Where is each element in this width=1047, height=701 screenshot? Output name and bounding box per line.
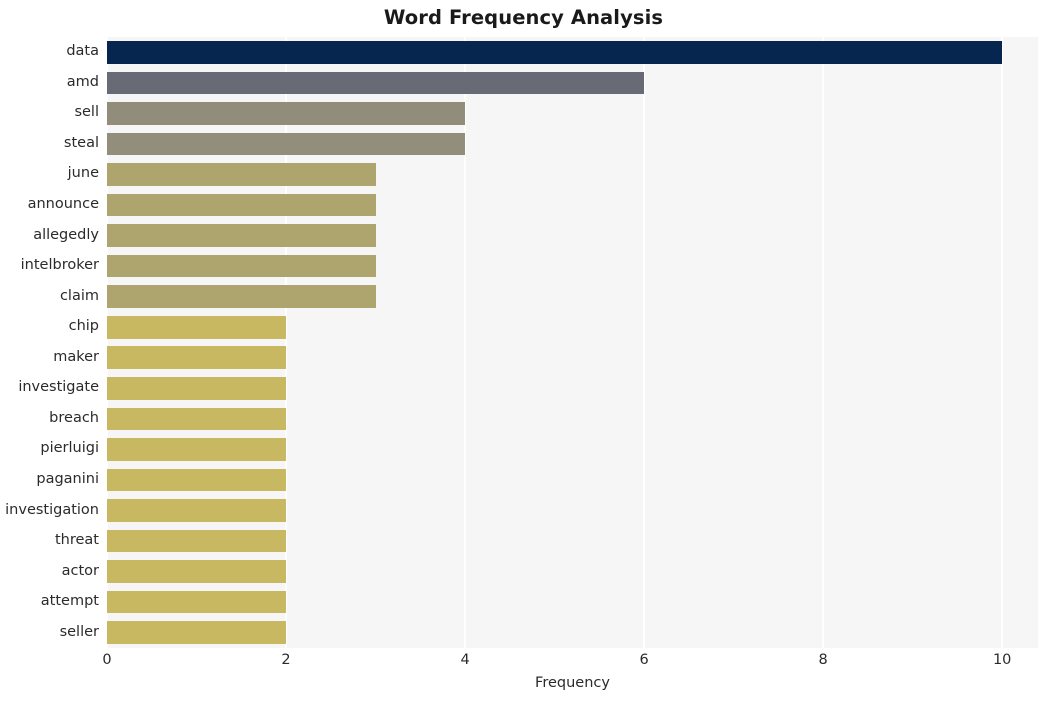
y-tick-label-pierluigi: pierluigi [40, 440, 99, 457]
x-tick-label-4: 4 [460, 652, 470, 668]
bar-row [107, 132, 1038, 156]
y-tick-label-threat: threat [54, 532, 99, 549]
bar-actor[interactable] [107, 560, 287, 583]
bar-row [107, 621, 1038, 644]
bar-attempt[interactable] [107, 590, 287, 614]
bar-claim[interactable] [107, 285, 376, 308]
bar-data[interactable] [107, 40, 1003, 64]
bar-row [107, 590, 1038, 614]
bar-investigate[interactable] [107, 377, 287, 400]
bar-sell[interactable] [107, 102, 466, 125]
gridline-x-6 [643, 37, 645, 648]
bar-row [107, 315, 1038, 339]
y-tick-label-attempt: attempt [40, 593, 99, 610]
bar-maker[interactable] [107, 346, 287, 370]
y-tick-label-allegedly: allegedly [33, 226, 99, 243]
y-tick-label-maker: maker [53, 348, 99, 365]
bar-june[interactable] [107, 163, 376, 186]
y-tick-label-june: june [67, 165, 99, 182]
bar-row [107, 285, 1038, 308]
y-tick-label-chip: chip [68, 318, 99, 335]
bar-row [107, 346, 1038, 370]
x-tick-label-8: 8 [818, 652, 828, 668]
bar-row [107, 499, 1038, 522]
y-tick-label-investigate: investigate [18, 379, 99, 396]
y-tick-label-steal: steal [63, 134, 99, 151]
x-tick-label-10: 10 [992, 652, 1012, 668]
x-axis-title: Frequency [535, 675, 610, 691]
bar-allegedly[interactable] [107, 224, 376, 247]
gridline-x-2 [285, 37, 287, 648]
gridline-x-0 [107, 37, 108, 648]
bar-row [107, 193, 1038, 217]
plot-area [107, 37, 1038, 648]
y-tick-label-announce: announce [27, 196, 99, 213]
chart-figure: Word Frequency Analysis data amd sell steal… [0, 0, 1047, 701]
bar-breach[interactable] [107, 407, 287, 431]
y-tick-label-actor: actor [61, 562, 99, 579]
y-tick-label-claim: claim [59, 287, 99, 304]
bar-threat[interactable] [107, 529, 287, 553]
y-tick-label-data: data [66, 43, 99, 60]
bar-announce[interactable] [107, 193, 376, 217]
chart-title: Word Frequency Analysis [383, 6, 664, 29]
bar-row [107, 163, 1038, 186]
bar-row [107, 254, 1038, 278]
y-tick-label-breach: breach [49, 409, 99, 426]
bar-row [107, 40, 1038, 64]
bar-pierluigi[interactable] [107, 438, 287, 461]
bar-row [107, 407, 1038, 431]
y-tick-label-seller: seller [59, 623, 99, 640]
bar-row [107, 102, 1038, 125]
y-tick-label-investigation: investigation [5, 501, 99, 518]
x-tick-label-6: 6 [639, 652, 649, 668]
gridline-x-8 [822, 37, 824, 648]
bar-row [107, 377, 1038, 400]
bar-amd[interactable] [107, 71, 645, 95]
y-tick-label-sell: sell [74, 104, 99, 121]
bar-seller[interactable] [107, 621, 287, 644]
x-tick-label-0: 0 [102, 652, 112, 668]
bar-row [107, 224, 1038, 247]
bar-row [107, 529, 1038, 553]
bar-chip[interactable] [107, 315, 287, 339]
bar-intelbroker[interactable] [107, 254, 376, 278]
bar-investigation[interactable] [107, 499, 287, 522]
bar-row [107, 71, 1038, 95]
x-tick-label-2: 2 [281, 652, 291, 668]
y-tick-label-intelbroker: intelbroker [20, 257, 99, 274]
gridline-x-4 [464, 37, 466, 648]
bar-row [107, 468, 1038, 492]
bar-steal[interactable] [107, 132, 466, 156]
y-tick-label-amd: amd [66, 73, 99, 90]
bar-row [107, 560, 1038, 583]
gridline-x-10 [1001, 37, 1003, 648]
y-tick-label-paganini: paganini [36, 470, 99, 487]
bar-row [107, 438, 1038, 461]
bar-paganini[interactable] [107, 468, 287, 492]
